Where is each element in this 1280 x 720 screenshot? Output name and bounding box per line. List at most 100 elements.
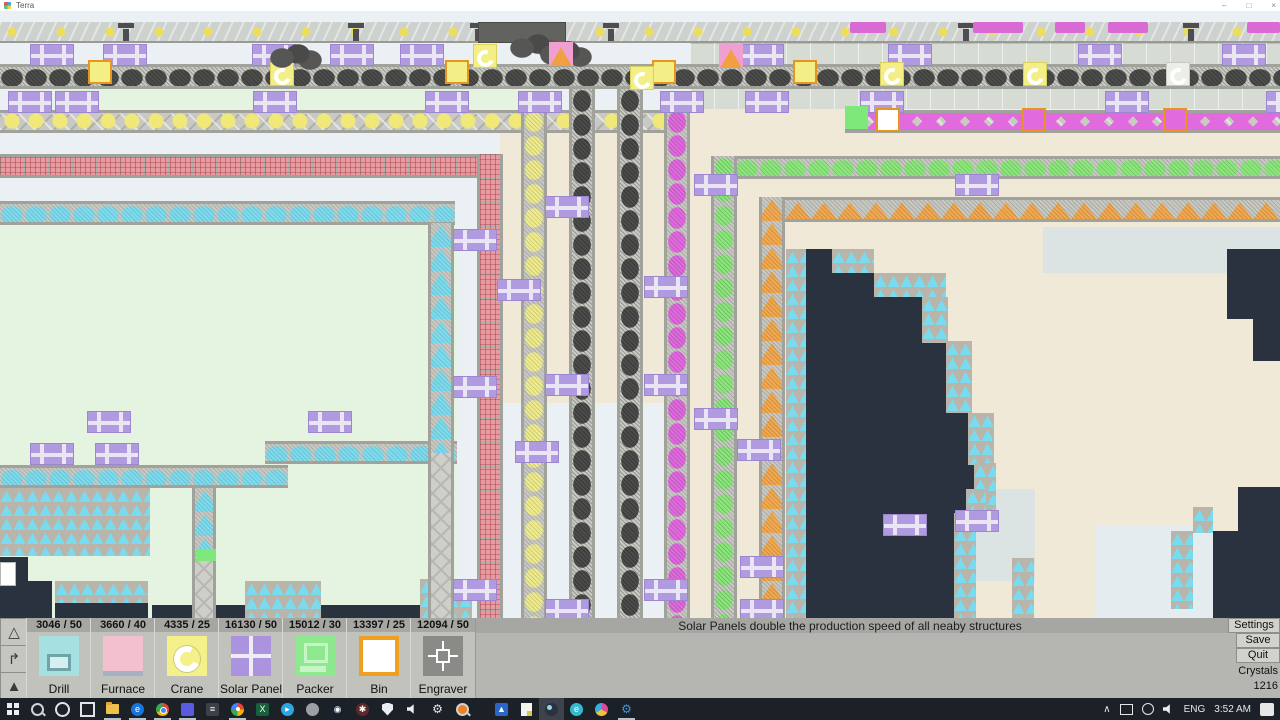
cortana-icon[interactable] [50, 698, 75, 720]
app-icon [4, 2, 11, 9]
palette-icon[interactable]: ✱ [350, 698, 375, 720]
chrome-icon[interactable] [150, 698, 175, 720]
window-titlebar[interactable]: Terra – □ × [0, 0, 1280, 11]
crystal-tile [1193, 507, 1213, 533]
navy-tile [806, 513, 954, 618]
paleblue2-tile [1096, 526, 1213, 618]
taskbar: e ≡ X▸ ◉✱ ⚙ ▲ e ⚙ ∧ ENG 3:52 AM [0, 698, 1280, 720]
crane-label: Crane [155, 682, 219, 696]
magenta-v-tile [664, 110, 690, 618]
edge-legacy-icon[interactable]: e [125, 698, 150, 720]
solar-tile [660, 91, 704, 113]
start-button[interactable] [0, 698, 25, 720]
diam-magenta-tile [845, 110, 1280, 133]
save-button[interactable]: Save [1236, 633, 1280, 648]
navy-tile [806, 463, 974, 515]
crane-tile [630, 66, 654, 90]
calculator-icon[interactable]: ≡ [200, 698, 225, 720]
drill-o-tile [719, 44, 743, 68]
crystal-tile [245, 581, 321, 618]
speaker-icon[interactable] [1163, 703, 1175, 715]
quit-button[interactable]: Quit [1236, 648, 1280, 663]
defender-shield-icon[interactable] [375, 698, 400, 720]
sphere-icon[interactable] [300, 698, 325, 720]
solar-tile [8, 91, 52, 113]
crystal-tile [786, 249, 806, 618]
sync-icon[interactable] [1142, 703, 1154, 715]
navy-tile [806, 413, 994, 465]
side-buttons: △↱▲ [0, 618, 26, 698]
screen: Terra – □ × Solar Panels double the prod… [0, 0, 1280, 720]
packer-count: 15012 / 30 [283, 618, 347, 632]
bin-tile [652, 60, 676, 84]
maximize-button[interactable]: □ [1246, 0, 1251, 11]
task-view-icon[interactable] [75, 698, 100, 720]
cyan-h-tile [0, 201, 455, 225]
media-triangle-icon[interactable] [589, 698, 614, 720]
engine-gear-icon[interactable]: ⚙ [614, 698, 639, 720]
orange-v-tile [759, 197, 785, 618]
solar-tile [545, 196, 589, 218]
notepad-icon[interactable] [514, 698, 539, 720]
solar-tile [453, 229, 497, 251]
drill-icon [39, 636, 79, 676]
clock[interactable]: 3:52 AM [1214, 704, 1251, 715]
cyan-v-tile [428, 223, 454, 453]
white-tile-tile [0, 562, 16, 586]
crystal-tile [1012, 558, 1034, 618]
crystal-tile [968, 413, 994, 465]
red-h-tile [0, 154, 502, 178]
zoom-in-button[interactable]: ▲ [0, 672, 28, 700]
excel-icon[interactable]: X [250, 698, 275, 720]
packer-button[interactable]: 15012 / 30Packer [282, 618, 348, 698]
greenblob-tile [196, 549, 216, 561]
steam-icon[interactable]: ◉ [325, 698, 350, 720]
solar-tile [453, 579, 497, 601]
furnace-label: Furnace [91, 682, 155, 696]
media-swirl-icon[interactable] [225, 698, 250, 720]
minimize-button[interactable]: – [1222, 0, 1226, 11]
crystal-tile [922, 297, 948, 343]
crane-icon [167, 636, 207, 676]
game-board[interactable] [0, 11, 1280, 618]
search-icon[interactable] [25, 698, 50, 720]
terra-game-icon[interactable] [539, 698, 564, 720]
edge-icon[interactable]: e [564, 698, 589, 720]
crane-tile [1023, 62, 1047, 86]
rotate-button[interactable]: ↱ [0, 645, 28, 673]
engraver-button[interactable]: 12094 / 50Engraver [410, 618, 476, 698]
close-button[interactable]: × [1271, 0, 1276, 11]
purple-app-icon[interactable] [175, 698, 200, 720]
crystal-tile [832, 249, 874, 273]
crane-button[interactable]: 4335 / 25 Crane [154, 618, 220, 698]
solar-tile [453, 376, 497, 398]
crystal-tile [55, 581, 148, 603]
solar-tile [644, 579, 688, 601]
notification-icon[interactable] [1260, 703, 1274, 716]
settings-button[interactable]: Settings [1228, 618, 1280, 633]
navy-tile [1253, 317, 1280, 361]
photos-icon[interactable]: ▲ [489, 698, 514, 720]
network-icon[interactable] [1120, 704, 1133, 715]
solar-panel-count: 16130 / 50 [219, 618, 283, 632]
bin-label: Bin [347, 682, 411, 696]
orange-search-icon[interactable] [450, 698, 475, 720]
tray-chevron-icon[interactable]: ∧ [1103, 704, 1110, 715]
drill-button[interactable]: 3046 / 50Drill [26, 618, 92, 698]
solar-panel-button[interactable]: 16130 / 50Solar Panel [218, 618, 284, 698]
solar-tile [644, 374, 688, 396]
solar-tile [400, 44, 444, 66]
drill-count: 3046 / 50 [27, 618, 91, 632]
volume-mixer-icon[interactable] [400, 698, 425, 720]
furnace-button[interactable]: 3660 / 40Furnace [90, 618, 156, 698]
tbase-tile [1180, 22, 1202, 42]
file-explorer-icon[interactable] [100, 698, 125, 720]
language-indicator[interactable]: ENG [1184, 704, 1206, 715]
crane-count: 4335 / 25 [155, 618, 219, 632]
bin-button[interactable]: 13397 / 25Bin [346, 618, 412, 698]
zoom-out-button[interactable]: △ [0, 618, 28, 646]
solar-tile [330, 44, 374, 66]
settings-gear-icon[interactable]: ⚙ [425, 698, 450, 720]
crane-tile [880, 62, 904, 86]
telegram-icon[interactable]: ▸ [275, 698, 300, 720]
